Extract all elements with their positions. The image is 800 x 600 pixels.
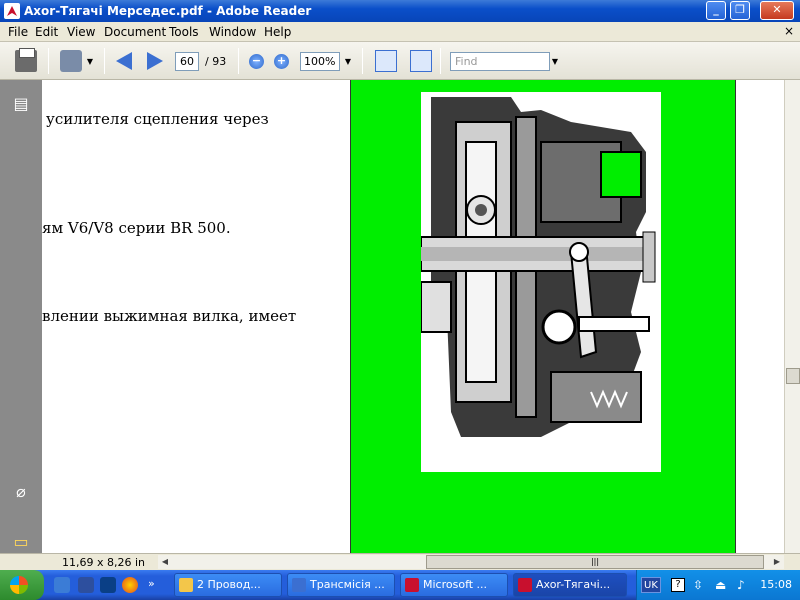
toolbar: ▼ 60 / 93 − + 100% ▼ Find ▼ (0, 42, 800, 80)
find-input[interactable]: Find (450, 52, 550, 71)
page-number-input[interactable]: 60 (175, 52, 199, 71)
fit-width-icon[interactable] (375, 50, 397, 72)
scroll-right-icon[interactable]: ▶ (770, 555, 784, 569)
task-label: Трансмісія ... (310, 578, 385, 591)
taskbar: » 2 Провод... Трансмісія ... Microsoft .… (0, 570, 800, 600)
toolbar-separator (362, 48, 363, 74)
adobe-reader-icon (4, 3, 20, 19)
menu-help[interactable]: Help (264, 25, 291, 39)
menu-window[interactable]: Window (209, 25, 256, 39)
volume-icon[interactable]: ♪ (737, 578, 751, 592)
windows-logo-icon (10, 576, 28, 594)
word-doc-icon (292, 578, 306, 592)
menu-document[interactable]: Document (104, 25, 166, 39)
zoom-in-icon[interactable]: + (274, 54, 289, 69)
fit-page-icon[interactable] (410, 50, 432, 72)
document-view[interactable]: усилителя сцепления через ям V6/V8 серии… (42, 80, 784, 553)
next-page-icon[interactable] (147, 52, 163, 70)
quicklaunch-explorer-icon[interactable] (54, 577, 70, 593)
menu-file[interactable]: File (8, 25, 28, 39)
document-text-line: ям V6/V8 серии BR 500. (42, 219, 231, 237)
language-indicator[interactable]: UK (641, 577, 661, 593)
close-button[interactable]: ✕ (760, 1, 794, 20)
page-size-label: 11,69 x 8,26 in (62, 556, 146, 569)
start-button[interactable] (0, 570, 44, 600)
toolbar-separator (48, 48, 49, 74)
system-tray: UK ? ⇳ ⏏ ♪ 15:08 (636, 570, 800, 600)
navigation-pane: ▤ ⌀ ▭ (0, 80, 42, 553)
menu-edit[interactable]: Edit (35, 25, 58, 39)
page-total: / 93 (205, 55, 227, 68)
document-text-line: влении выжимная вилка, имеет (42, 307, 297, 325)
zoom-out-icon[interactable]: − (249, 54, 264, 69)
scroll-left-icon[interactable]: ◀ (158, 555, 172, 569)
horizontal-scroll-thumb[interactable]: ||| (426, 555, 764, 569)
figure-panel (350, 80, 736, 553)
document-text-line: усилителя сцепления через (46, 110, 269, 128)
find-dropdown-icon[interactable]: ▼ (549, 52, 561, 71)
email-dropdown-icon[interactable]: ▼ (84, 52, 96, 71)
vertical-scrollbar[interactable] (784, 80, 800, 553)
toolbar-separator (104, 48, 105, 74)
safely-remove-icon[interactable]: ⏏ (715, 578, 729, 592)
paperclip-icon[interactable]: ⌀ (11, 482, 31, 502)
zoom-level-input[interactable]: 100% (300, 52, 340, 71)
taskbar-button-powerpoint[interactable]: Microsoft ... (400, 573, 508, 597)
pages-icon[interactable]: ▤ (11, 94, 31, 114)
quicklaunch-desktop-icon[interactable] (100, 577, 116, 593)
menu-view[interactable]: View (67, 25, 95, 39)
toolbar-separator (238, 48, 239, 74)
horizontal-scrollbar[interactable]: ◀ ||| ▶ (158, 555, 784, 569)
clutch-cutaway-diagram (421, 92, 661, 472)
title-bar: Axor-Тягачі Мерседес.pdf - Adobe Reader … (0, 0, 800, 22)
clock: 15:08 (760, 578, 792, 591)
vertical-scroll-thumb[interactable] (786, 368, 800, 384)
menu-tools[interactable]: Tools (169, 25, 199, 39)
status-bar: 11,69 x 8,26 in ◀ ||| ▶ (0, 553, 800, 570)
restore-button[interactable]: ❐ (730, 1, 750, 20)
email-icon[interactable] (60, 50, 82, 72)
document-close-icon[interactable]: × (784, 24, 794, 38)
quicklaunch-more-icon[interactable]: » (148, 577, 164, 593)
powerpoint-icon (405, 578, 419, 592)
task-label: 2 Провод... (197, 578, 261, 591)
printer-icon[interactable] (15, 48, 37, 72)
quicklaunch-media-icon[interactable] (78, 577, 94, 593)
tray-arrow-icon[interactable]: ⇳ (693, 578, 707, 592)
window-title: Axor-Тягачі Мерседес.pdf - Adobe Reader (24, 4, 312, 18)
minimize-button[interactable]: _ (706, 1, 726, 20)
taskbar-button-word[interactable]: Трансмісія ... (287, 573, 395, 597)
quicklaunch-browser-icon[interactable] (122, 577, 138, 593)
pdf-icon (518, 578, 532, 592)
comments-icon[interactable]: ▭ (11, 532, 31, 552)
toolbar-separator (440, 48, 441, 74)
folder-icon (179, 578, 193, 592)
prev-page-icon[interactable] (116, 52, 132, 70)
task-label: Axor-Тягачі... (536, 578, 611, 591)
taskbar-button-adobe-reader[interactable]: Axor-Тягачі... (513, 573, 627, 597)
taskbar-button-explorer[interactable]: 2 Провод... (174, 573, 282, 597)
task-label: Microsoft ... (423, 578, 488, 591)
zoom-dropdown-icon[interactable]: ▼ (342, 52, 354, 71)
menu-bar: File Edit View Document Tools Window Hel… (0, 22, 800, 42)
help-icon[interactable]: ? (671, 578, 685, 592)
